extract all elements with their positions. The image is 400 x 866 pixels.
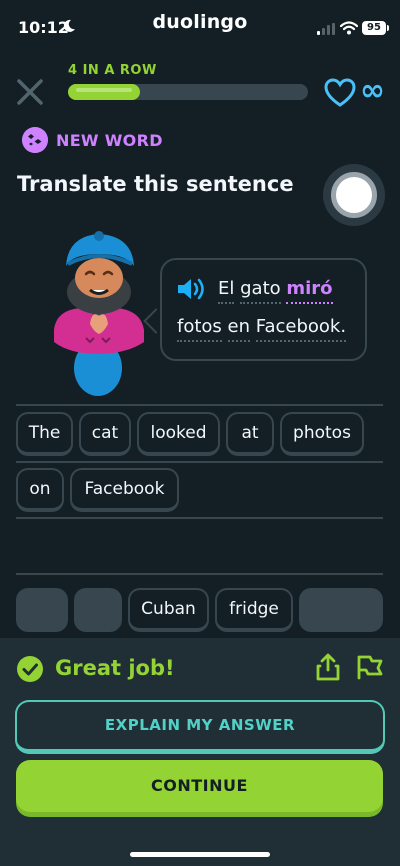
answer-line bbox=[16, 573, 383, 575]
answer-tile[interactable]: Facebook bbox=[70, 468, 179, 512]
sentence-line-2: fotos en Facebook. bbox=[177, 316, 347, 342]
word-bank-slot-empty bbox=[299, 588, 383, 632]
prompt-word[interactable]: fotos bbox=[177, 316, 222, 342]
answer-line bbox=[16, 461, 383, 463]
word-bank-slot-empty bbox=[16, 588, 68, 632]
flag-icon[interactable] bbox=[356, 654, 384, 680]
progress-bar bbox=[68, 84, 308, 100]
speaker-icon[interactable] bbox=[176, 276, 206, 302]
word-bank-slot-empty bbox=[74, 588, 122, 632]
answer-tile[interactable]: at bbox=[226, 412, 274, 456]
check-icon bbox=[17, 656, 43, 682]
wifi-icon bbox=[340, 21, 358, 35]
signal-icon bbox=[317, 23, 335, 35]
prompt-word[interactable]: El bbox=[218, 278, 235, 304]
record-icon bbox=[331, 172, 377, 218]
progress-fill bbox=[68, 84, 140, 100]
explain-answer-button[interactable]: EXPLAIN MY ANSWER bbox=[15, 700, 385, 754]
prompt-word[interactable]: Facebook. bbox=[255, 316, 347, 342]
status-bar: 10:12 duolingo 95 bbox=[0, 0, 400, 52]
answer-tile[interactable]: on bbox=[16, 468, 64, 512]
battery-icon: 95 bbox=[362, 21, 389, 35]
share-icon[interactable] bbox=[315, 653, 341, 681]
character-illustration bbox=[54, 231, 144, 396]
new-word-icon bbox=[22, 127, 48, 153]
answer-tile[interactable]: The bbox=[16, 412, 73, 456]
close-button[interactable] bbox=[16, 78, 44, 106]
heart-icon bbox=[324, 78, 356, 107]
feedback-message: Great job! bbox=[55, 656, 175, 680]
sentence-line-1: El gato miró bbox=[218, 278, 333, 304]
word-bank-tile[interactable]: fridge bbox=[215, 588, 293, 632]
answer-tile[interactable]: cat bbox=[79, 412, 131, 456]
answer-line bbox=[16, 517, 383, 519]
record-button[interactable] bbox=[323, 164, 385, 226]
answer-line bbox=[16, 404, 383, 406]
prompt-word[interactable]: en bbox=[227, 316, 251, 342]
streak-text: 4 IN A ROW bbox=[68, 63, 157, 78]
new-word-label: NEW WORD bbox=[56, 131, 163, 150]
home-indicator bbox=[130, 852, 270, 857]
answer-tile[interactable]: photos bbox=[280, 412, 364, 456]
answer-tile[interactable]: looked bbox=[137, 412, 220, 456]
prompt-word-new[interactable]: miró bbox=[286, 278, 333, 304]
speech-bubble bbox=[160, 258, 367, 361]
hearts-infinity: ∞ bbox=[360, 73, 385, 108]
page-title: Translate this sentence bbox=[17, 172, 294, 196]
word-bank-tile[interactable]: Cuban bbox=[128, 588, 209, 632]
prompt-word[interactable]: gato bbox=[240, 278, 281, 304]
continue-button[interactable]: CONTINUE bbox=[16, 760, 383, 812]
